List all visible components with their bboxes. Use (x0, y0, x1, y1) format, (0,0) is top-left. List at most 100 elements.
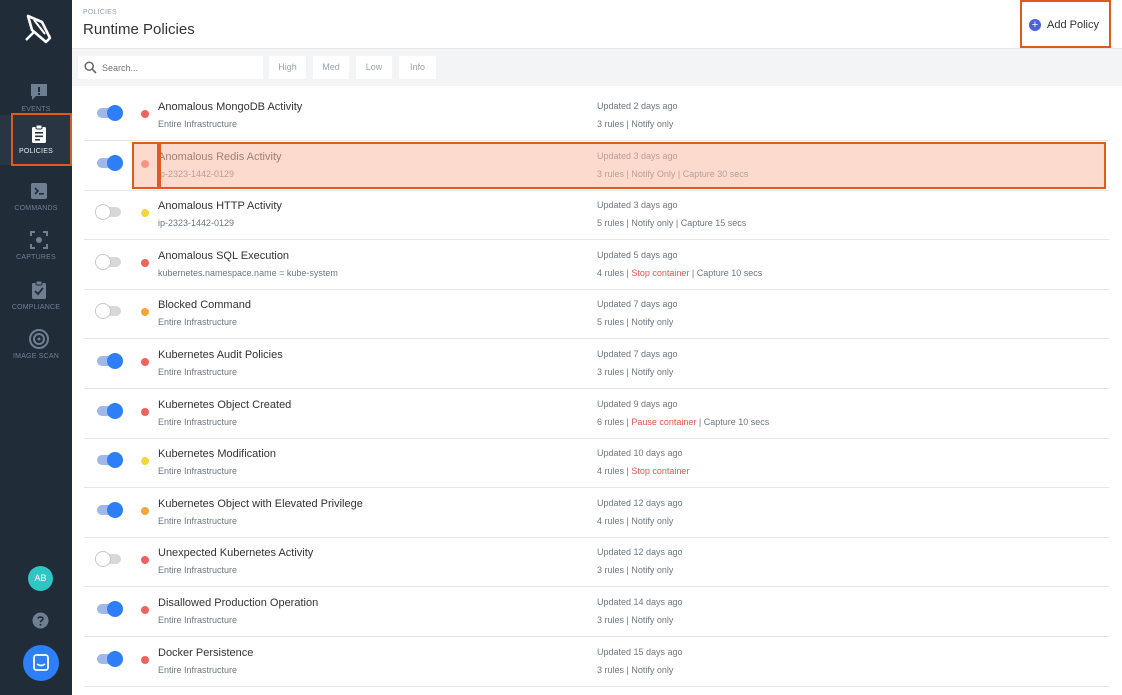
policy-enabled-toggle[interactable] (95, 204, 121, 220)
commands-icon (31, 183, 47, 199)
policy-enabled-toggle[interactable] (95, 303, 121, 319)
policy-row[interactable]: Anomalous HTTP Activity ip-2323-1442-0129… (84, 191, 1109, 240)
toggle-knob (107, 353, 123, 369)
policy-scope: Entire Infrastructure (158, 665, 238, 675)
policy-row[interactable]: Kubernetes Object Created Entire Infrastr… (84, 390, 1109, 439)
policy-updated: Updated 5 days ago (597, 250, 678, 260)
filter-chip-med[interactable]: Med (313, 56, 349, 79)
policy-name[interactable]: Unexpected Kubernetes Activity (158, 547, 313, 559)
severity-dot (141, 507, 149, 515)
policy-scope: Entire Infrastructure (158, 367, 238, 377)
policy-updated: Updated 9 days ago (597, 399, 678, 409)
sidebar-item-compliance[interactable]: COMPLIANCE (0, 271, 72, 321)
policy-row[interactable]: Disallowed Production Operation Entire In… (84, 588, 1109, 637)
policy-row[interactable]: Kubernetes Object with Elevated Privileg… (84, 489, 1109, 538)
policy-scope: Entire Infrastructure (158, 119, 238, 129)
policy-row[interactable]: Anomalous SQL Execution kubernetes.namesp… (84, 241, 1109, 290)
policy-name[interactable]: Kubernetes Modification (158, 448, 276, 460)
chat-button[interactable] (23, 645, 59, 681)
policy-enabled-toggle[interactable] (97, 155, 123, 171)
severity-dot (141, 457, 149, 465)
policy-actions: 3 rules | Notify only (597, 119, 673, 129)
search-box[interactable] (78, 56, 263, 79)
policy-enabled-toggle[interactable] (97, 502, 123, 518)
policy-enabled-toggle[interactable] (97, 403, 123, 419)
compliance-icon (32, 280, 46, 299)
toggle-knob (95, 204, 111, 220)
add-policy-button[interactable]: + Add Policy (1020, 0, 1111, 48)
policy-actions: 5 rules | Notify only | Capture 15 secs (597, 218, 746, 228)
policy-scope: Entire Infrastructure (158, 615, 238, 625)
toggle-knob (95, 303, 111, 319)
sidebar-item-captures[interactable]: CAPTURES (0, 221, 72, 271)
search-input[interactable] (102, 60, 252, 75)
toggle-knob (95, 254, 111, 270)
policy-row[interactable]: Blocked Command Entire Infrastructure Upda… (84, 290, 1109, 339)
chat-icon (33, 654, 49, 671)
policy-name[interactable]: Kubernetes Object with Elevated Privileg… (158, 498, 363, 510)
breadcrumb: POLICIES (83, 9, 117, 16)
policy-name[interactable]: Docker Persistence (158, 647, 253, 659)
policy-enabled-toggle[interactable] (97, 105, 123, 121)
policy-enabled-toggle[interactable] (97, 601, 123, 617)
severity-dot (141, 408, 149, 416)
severity-dot (141, 209, 149, 217)
policy-action-text: 6 rules | (597, 417, 632, 427)
policy-actions: 3 rules | Notify only (597, 615, 673, 625)
sidebar-item-label: COMPLIANCE (11, 304, 61, 311)
sidebar-item-commands[interactable]: COMMANDS (0, 172, 72, 222)
help-icon[interactable] (32, 612, 49, 629)
sidebar-item-image-scan[interactable]: IMAGE SCAN (0, 320, 72, 370)
policy-updated: Updated 12 days ago (597, 498, 683, 508)
policy-scope: kubernetes.namespace.name = kube-system (158, 268, 338, 278)
policy-actions: 6 rules | Pause container | Capture 10 s… (597, 417, 769, 427)
policy-row[interactable]: Unexpected Kubernetes Activity Entire Inf… (84, 538, 1109, 587)
policy-row[interactable]: Anomalous MongoDB Activity Entire Infrast… (84, 92, 1109, 141)
policy-name[interactable]: Anomalous SQL Execution (158, 250, 289, 262)
policy-action-warning: Pause container (631, 417, 697, 427)
add-policy-label: Add Policy (1047, 19, 1099, 31)
filter-chip-high[interactable]: High (269, 56, 306, 79)
filter-chip-info[interactable]: Info (399, 56, 436, 79)
policy-action-text: 4 rules | (597, 466, 632, 476)
sidebar: EVENTS POLICIES COMMANDS CAPTURES COMPLI… (0, 0, 72, 695)
policy-action-text: 4 rules | (597, 268, 632, 278)
policy-name[interactable]: Anomalous HTTP Activity (158, 200, 282, 212)
policy-name[interactable]: Anomalous MongoDB Activity (158, 101, 302, 113)
page-title: Runtime Policies (83, 21, 195, 38)
policy-actions: 5 rules | Notify only (597, 317, 673, 327)
severity-dot (141, 308, 149, 316)
policy-enabled-toggle[interactable] (95, 551, 121, 567)
toggle-knob (107, 452, 123, 468)
policy-actions: 4 rules | Stop container | Capture 10 se… (597, 268, 762, 278)
policy-updated: Updated 7 days ago (597, 299, 678, 309)
severity-dot (141, 110, 149, 118)
search-icon (84, 61, 97, 74)
app: EVENTS POLICIES COMMANDS CAPTURES COMPLI… (0, 0, 1122, 695)
policy-updated: Updated 3 days ago (597, 200, 678, 210)
avatar[interactable]: AB (28, 566, 53, 591)
policy-name[interactable]: Blocked Command (158, 299, 251, 311)
policy-name[interactable]: Kubernetes Object Created (158, 399, 291, 411)
policy-row[interactable]: Docker Persistence Entire Infrastructure U… (84, 638, 1109, 687)
policy-row[interactable]: Kubernetes Modification Entire Infrastruc… (84, 439, 1109, 488)
policy-name[interactable]: Kubernetes Audit Policies (158, 349, 283, 361)
policy-actions: 3 rules | Notify only (597, 565, 673, 575)
header: POLICIES Runtime Policies + Add Policy (72, 0, 1122, 49)
events-icon (31, 84, 47, 100)
policy-action-text: 5 rules | Notify only (597, 317, 674, 327)
policy-action-text: 3 rules | Notify only (597, 665, 674, 675)
policy-enabled-toggle[interactable] (97, 353, 123, 369)
policy-enabled-toggle[interactable] (97, 651, 123, 667)
policy-enabled-toggle[interactable] (95, 254, 121, 270)
policy-row[interactable]: Kubernetes Audit Policies Entire Infrastr… (84, 340, 1109, 389)
filter-chip-low[interactable]: Low (356, 56, 392, 79)
image-scan-icon (29, 329, 49, 349)
policy-updated: Updated 7 days ago (597, 349, 678, 359)
policy-action-text: 3 rules | Notify only (597, 615, 674, 625)
toggle-knob (107, 403, 123, 419)
app-logo[interactable] (22, 12, 54, 46)
policy-name[interactable]: Disallowed Production Operation (158, 597, 318, 609)
policy-scope: Entire Infrastructure (158, 417, 238, 427)
policy-enabled-toggle[interactable] (97, 452, 123, 468)
